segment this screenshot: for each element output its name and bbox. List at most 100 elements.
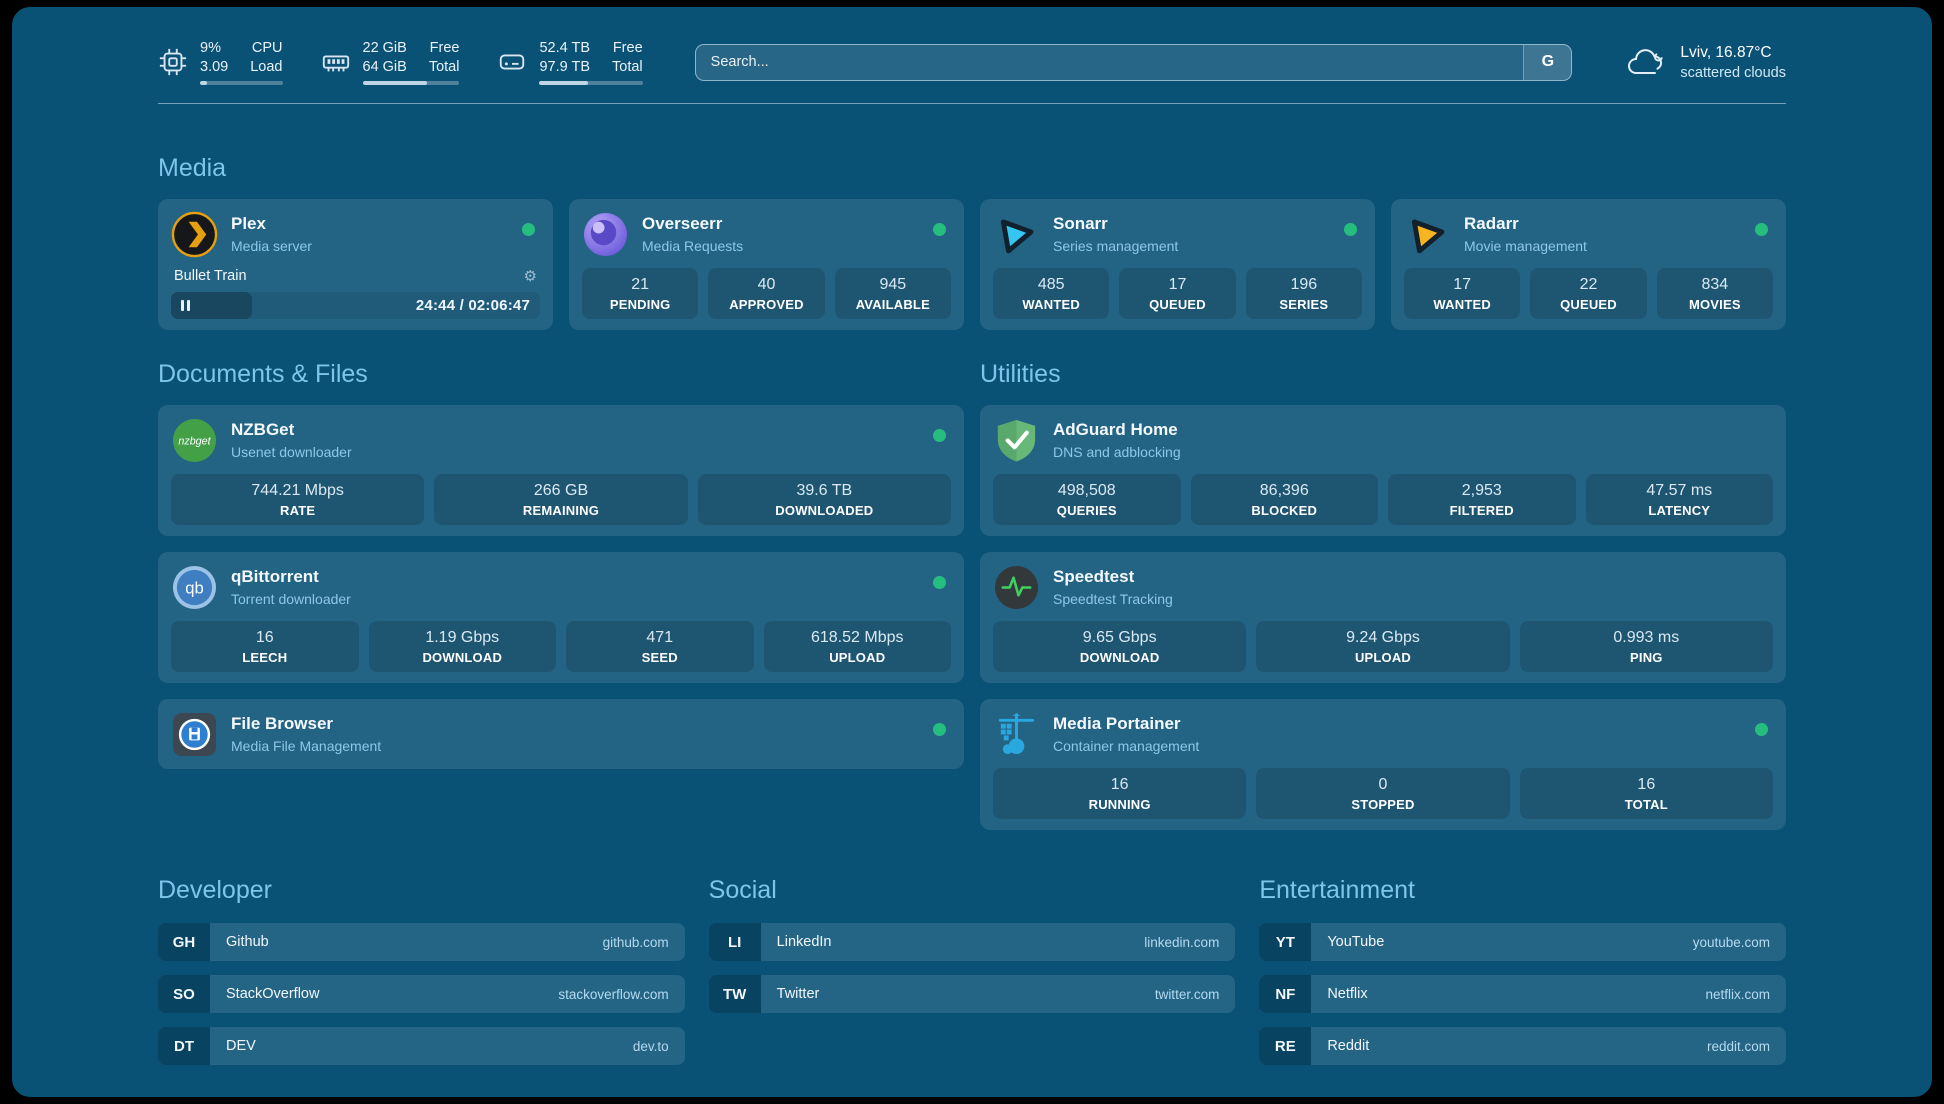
bookmark-name: DEV — [226, 1038, 256, 1054]
stat-tile: 17QUEUED — [1119, 268, 1235, 319]
search-input[interactable] — [696, 45, 1524, 80]
cpu-metric: 9% 3.09 CPU Load — [158, 39, 283, 84]
card-nzbget[interactable]: nzbget NZBGet Usenet downloader 744.21 M… — [158, 405, 964, 536]
bookmark-abbr: RE — [1259, 1027, 1311, 1065]
bookmark-abbr: TW — [709, 975, 761, 1013]
stat-tile: 16TOTAL — [1520, 768, 1773, 819]
cpu-icon — [158, 47, 188, 77]
stat-tile: 47.57 msLATENCY — [1586, 474, 1774, 525]
bookmark-abbr: LI — [709, 923, 761, 961]
card-sonarr[interactable]: Sonarr Series management 485WANTED 17QUE… — [980, 199, 1375, 330]
bookmark-domain: reddit.com — [1707, 1039, 1770, 1054]
card-filebrowser[interactable]: File Browser Media File Management — [158, 699, 964, 769]
stat-tile: 9.24 GbpsUPLOAD — [1256, 621, 1509, 672]
bookmark-name: StackOverflow — [226, 986, 319, 1002]
stat-tile: 0.993 msPING — [1520, 621, 1773, 672]
app-name: Sonarr — [1053, 214, 1178, 234]
pause-icon[interactable] — [181, 300, 190, 311]
nzbget-icon: nzbget — [171, 417, 218, 464]
bookmark-abbr: DT — [158, 1027, 210, 1065]
bookmark-linkedin[interactable]: LI LinkedIn linkedin.com — [709, 923, 1236, 961]
bookmark-domain: github.com — [603, 935, 669, 950]
card-portainer[interactable]: Media Portainer Container management 16R… — [980, 699, 1786, 830]
bookmark-domain: stackoverflow.com — [558, 987, 668, 1002]
app-name: qBittorrent — [231, 567, 351, 587]
speedtest-icon — [993, 564, 1040, 611]
status-dot — [933, 429, 946, 442]
app-subtitle: DNS and adblocking — [1053, 444, 1181, 460]
plex-player-bar[interactable]: 24:44 / 02:06:47 — [171, 292, 540, 319]
section-title-utilities: Utilities — [980, 360, 1786, 389]
bookmark-name: Twitter — [777, 986, 820, 1002]
bookmark-abbr: NF — [1259, 975, 1311, 1013]
google-search-button[interactable]: G — [1523, 45, 1571, 80]
svg-text:nzbget: nzbget — [178, 435, 211, 447]
bookmark-github[interactable]: GH Github github.com — [158, 923, 685, 961]
memory-icon — [321, 47, 351, 77]
bookmark-stackoverflow[interactable]: SO StackOverflow stackoverflow.com — [158, 975, 685, 1013]
memory-progressbar — [363, 81, 460, 85]
memory-values: 22 GiB 64 GiB — [363, 39, 407, 75]
app-subtitle: Movie management — [1464, 238, 1587, 254]
gear-icon[interactable]: ⚙ — [524, 267, 537, 285]
adguard-icon — [993, 417, 1040, 464]
app-subtitle: Usenet downloader — [231, 444, 352, 460]
disk-labels: Free Total — [612, 39, 643, 75]
stat-tile: 498,508QUERIES — [993, 474, 1181, 525]
disk-metric: 52.4 TB 97.9 TB Free Total — [497, 39, 642, 84]
bookmark-name: Netflix — [1327, 986, 1367, 1002]
stat-tile: 2,953FILTERED — [1388, 474, 1576, 525]
stat-tile: 834MOVIES — [1657, 268, 1773, 319]
svg-text:qb: qb — [185, 578, 204, 597]
card-plex[interactable]: Plex Media server Bullet Train ⚙ 24:44 /… — [158, 199, 553, 330]
stat-tile: 0STOPPED — [1256, 768, 1509, 819]
section-title-developer: Developer — [158, 876, 685, 905]
weather-condition: scattered clouds — [1680, 65, 1786, 81]
app-name: Media Portainer — [1053, 714, 1199, 734]
stat-tile: 1.19 GbpsDOWNLOAD — [369, 621, 557, 672]
bookmark-name: Github — [226, 934, 269, 950]
disk-icon — [497, 47, 527, 77]
status-dot — [933, 223, 946, 236]
stat-tile: 266 GBREMAINING — [434, 474, 687, 525]
qbittorrent-icon: qb — [171, 564, 218, 611]
stat-tile: 9.65 GbpsDOWNLOAD — [993, 621, 1246, 672]
utilities-column: Utilities AdGuard Home — [980, 360, 1786, 830]
bookmark-dev[interactable]: DT DEV dev.to — [158, 1027, 685, 1065]
stat-tile: 17WANTED — [1404, 268, 1520, 319]
overseerr-icon — [582, 211, 629, 258]
bookmark-netflix[interactable]: NF Netflix netflix.com — [1259, 975, 1786, 1013]
plex-icon — [171, 211, 218, 258]
bookmark-domain: netflix.com — [1705, 987, 1770, 1002]
documents-column: Documents & Files nzbget NZBGet — [158, 360, 964, 830]
card-speedtest[interactable]: Speedtest Speedtest Tracking 9.65 GbpsDO… — [980, 552, 1786, 683]
card-qbittorrent[interactable]: qb qBittorrent Torrent downloader 16LEEC… — [158, 552, 964, 683]
app-subtitle: Media server — [231, 238, 312, 254]
bookmark-abbr: YT — [1259, 923, 1311, 961]
cpu-values: 9% 3.09 — [200, 39, 228, 75]
bookmark-name: Reddit — [1327, 1038, 1369, 1054]
memory-labels: Free Total — [429, 39, 460, 75]
bookmark-name: LinkedIn — [777, 934, 832, 950]
now-playing-title: Bullet Train — [174, 268, 247, 284]
section-title-entertainment: Entertainment — [1259, 876, 1786, 905]
app-name: Plex — [231, 214, 312, 234]
player-time: 24:44 / 02:06:47 — [416, 297, 530, 314]
card-radarr[interactable]: Radarr Movie management 17WANTED 22QUEUE… — [1391, 199, 1786, 330]
stat-tile: 471SEED — [566, 621, 754, 672]
bookmark-youtube[interactable]: YT YouTube youtube.com — [1259, 923, 1786, 961]
app-subtitle: Container management — [1053, 738, 1199, 754]
status-dot — [1755, 723, 1768, 736]
card-adguard[interactable]: AdGuard Home DNS and adblocking 498,508Q… — [980, 405, 1786, 536]
memory-metric: 22 GiB 64 GiB Free Total — [321, 39, 460, 84]
media-grid: Plex Media server Bullet Train ⚙ 24:44 /… — [158, 199, 1786, 330]
app-name: Radarr — [1464, 214, 1587, 234]
cpu-progressbar — [200, 81, 283, 85]
search-bar: G — [695, 44, 1573, 81]
bookmark-group-social: Social LI LinkedIn linkedin.com TW Twitt… — [709, 876, 1236, 1065]
card-overseerr[interactable]: Overseerr Media Requests 21PENDING 40APP… — [569, 199, 964, 330]
bookmark-twitter[interactable]: TW Twitter twitter.com — [709, 975, 1236, 1013]
bookmark-reddit[interactable]: RE Reddit reddit.com — [1259, 1027, 1786, 1065]
section-title-social: Social — [709, 876, 1236, 905]
cpu-labels: CPU Load — [250, 39, 282, 75]
